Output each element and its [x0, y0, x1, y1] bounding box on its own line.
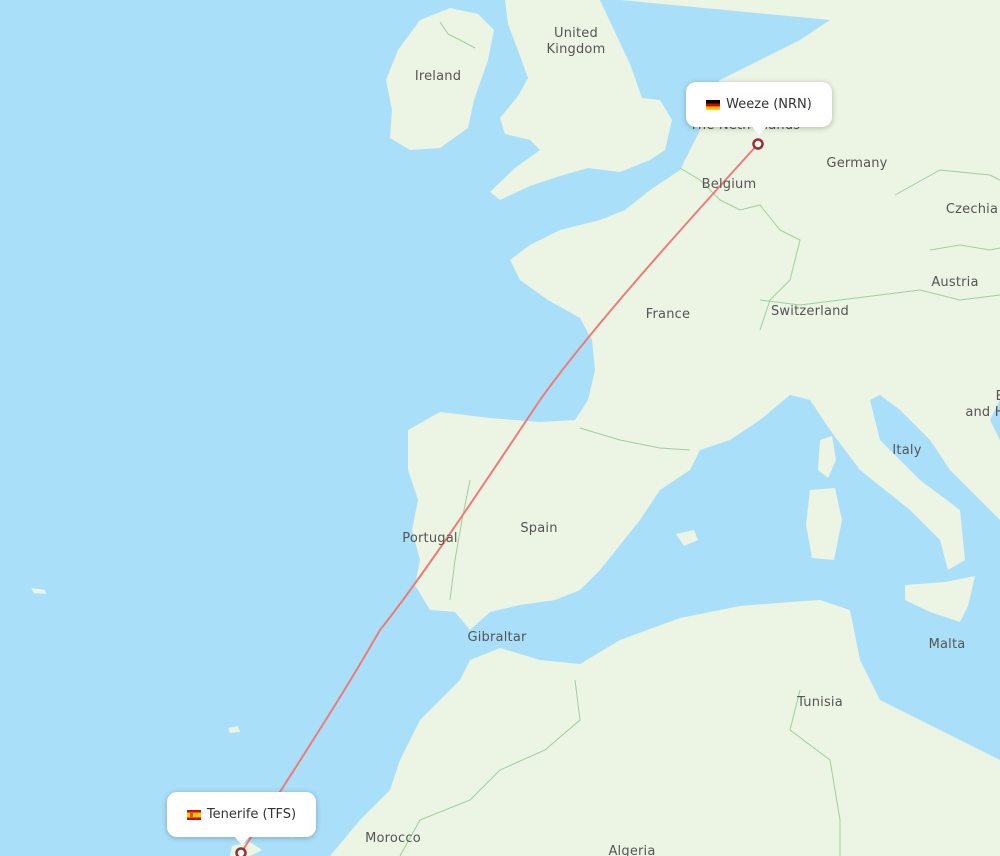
label-france: France [645, 307, 691, 322]
label-algeria: Algeria [608, 844, 656, 856]
label-ireland: Ireland [414, 69, 462, 84]
label-malta: Malta [928, 637, 966, 652]
destination-airport-name: Tenerife (TFS) [206, 807, 297, 822]
label-bosnia-and-herzegovina: B and H [965, 389, 1000, 420]
label-tunisia: Tunisia [797, 695, 843, 710]
label-morocco: Morocco [365, 831, 421, 846]
germany-flag-icon [706, 99, 721, 110]
spain-flag-icon [186, 809, 201, 820]
origin-marker-icon[interactable] [752, 138, 764, 150]
label-portugal: Portugal [402, 531, 458, 546]
label-united-kingdom: United Kingdom [546, 26, 606, 57]
origin-airport-callout[interactable]: Weeze (NRN) [686, 82, 832, 135]
label-switzerland: Switzerland [770, 304, 850, 319]
label-austria: Austria [931, 275, 979, 290]
label-gibraltar: Gibraltar [467, 630, 527, 645]
origin-airport-name: Weeze (NRN) [726, 97, 812, 112]
label-spain: Spain [520, 521, 558, 536]
label-belgium: Belgium [701, 177, 757, 192]
label-germany: Germany [826, 156, 888, 171]
route-map[interactable]: Ireland United Kingdom The Netherlands B… [0, 0, 1000, 856]
label-italy: Italy [892, 443, 922, 458]
destination-marker-icon[interactable] [235, 847, 247, 856]
destination-airport-callout[interactable]: Tenerife (TFS) [167, 792, 316, 845]
label-czechia: Czechia [945, 202, 999, 217]
route-layer [235, 138, 764, 856]
flight-route-line[interactable] [240, 143, 759, 854]
